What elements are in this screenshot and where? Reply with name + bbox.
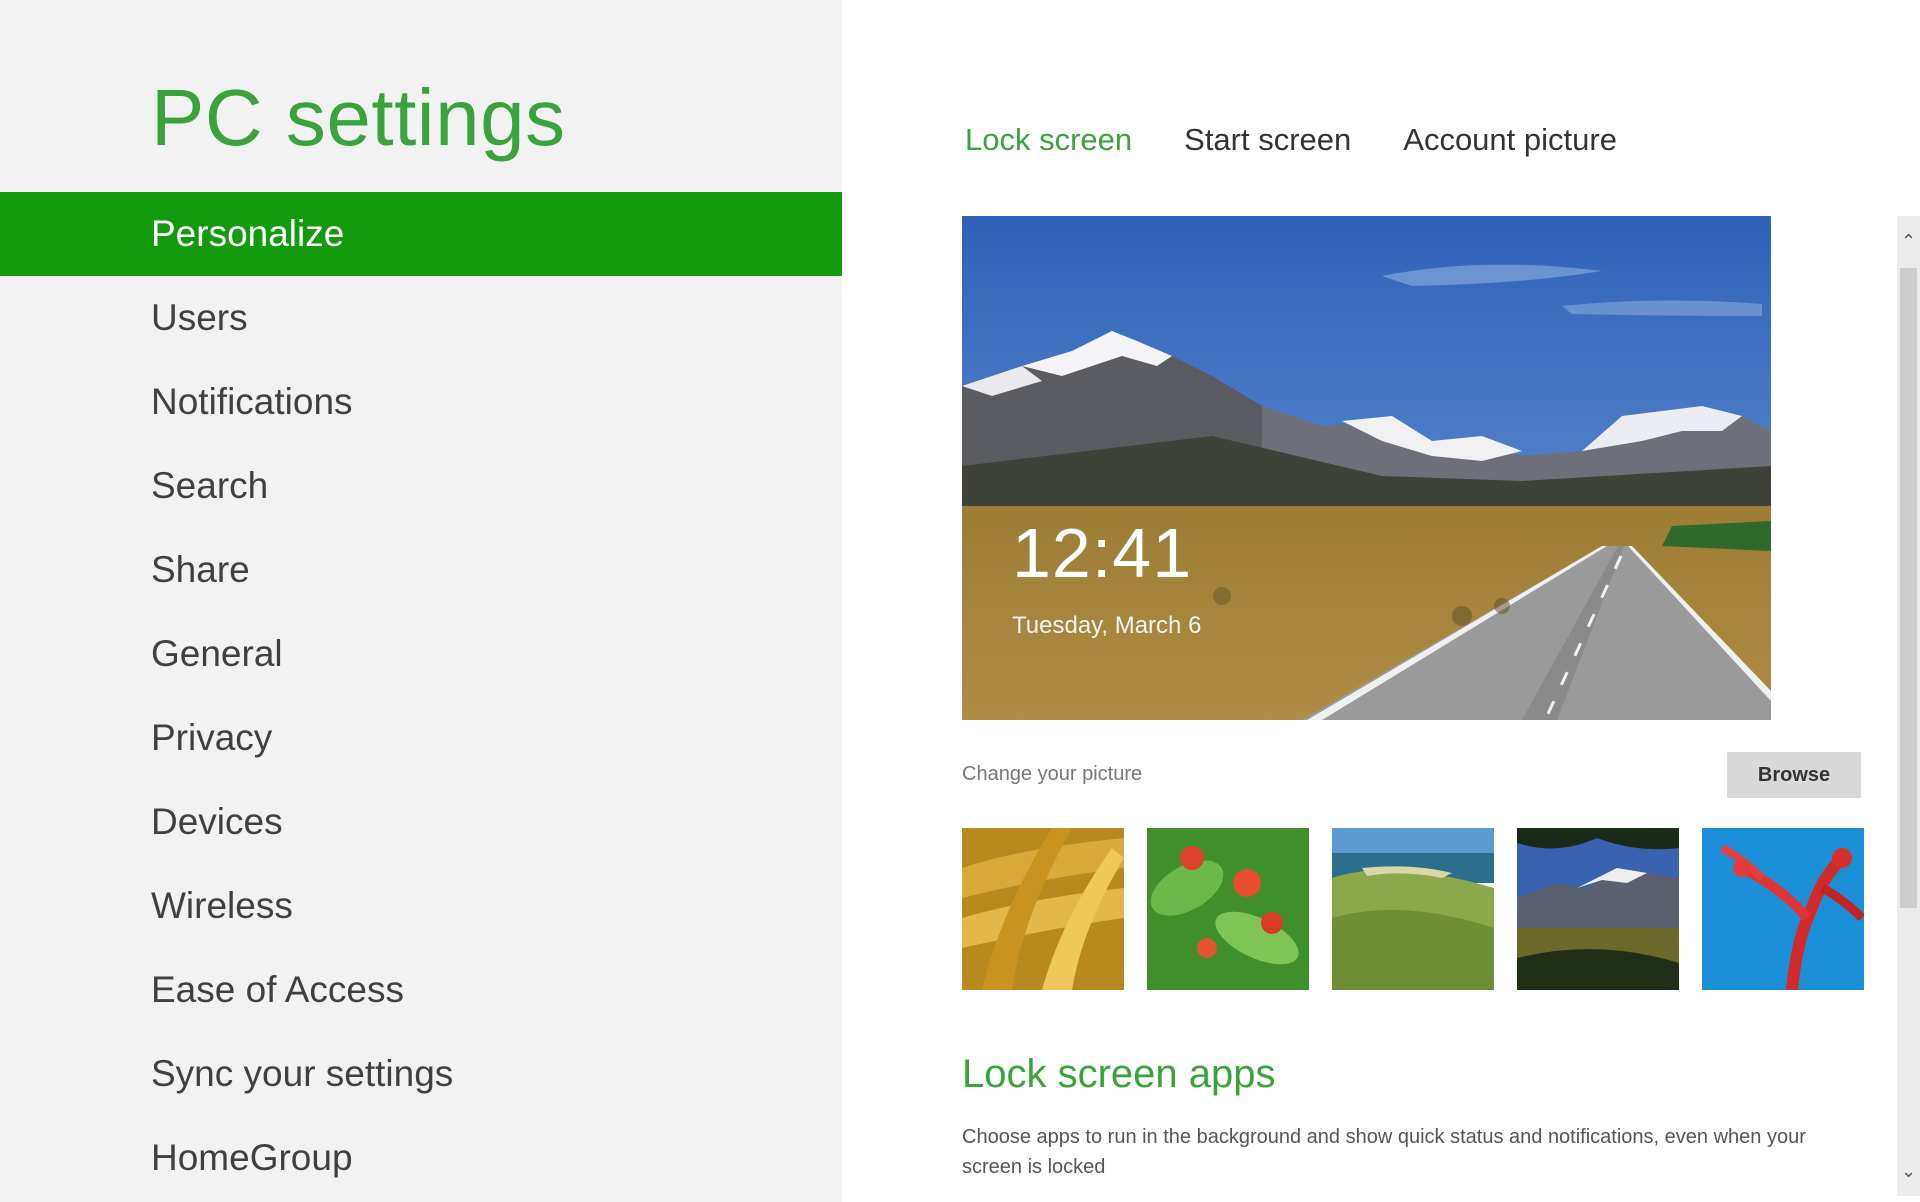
sidebar-item-general[interactable]: General [0,612,842,696]
thumbnail-mountain-valley[interactable] [1517,828,1679,990]
chevron-down-icon[interactable]: ⌄ [1897,1156,1920,1186]
change-picture-label: Change your picture [962,763,1143,785]
app-title: PC settings [151,73,566,162]
sidebar-item-privacy[interactable]: Privacy [0,696,842,780]
picture-thumbnails [962,828,1887,990]
thumbnail-red-coral[interactable] [1702,828,1864,990]
sidebar-item-notifications[interactable]: Notifications [0,360,842,444]
scrollbar-thumb[interactable] [1900,268,1917,908]
lock-screen-apps-description: Choose apps to run in the background and… [962,1126,1806,1178]
sidebar-item-search[interactable]: Search [0,444,842,528]
sidebar-item-personalize[interactable]: Personalize [0,192,842,276]
lock-screen-image [962,216,1771,720]
tab-start-screen[interactable]: Start screen [1184,122,1351,158]
chevron-up-icon[interactable]: ⌃ [1897,226,1920,256]
tab-lock-screen[interactable]: Lock screen [965,122,1132,158]
thumbnail-wheat-grass[interactable] [962,828,1124,990]
vertical-scrollbar[interactable]: ⌃ ⌄ [1897,216,1920,1196]
lock-time: 12:41 [1012,514,1193,592]
sidebar: PC settings Personalize Users Notificati… [0,0,842,1202]
sidebar-item-homegroup[interactable]: HomeGroup [0,1116,842,1200]
thumbnail-red-flowers[interactable] [1147,828,1309,990]
nav-list: Personalize Users Notifications Search S… [0,192,842,1200]
tab-account-picture[interactable]: Account picture [1403,122,1617,158]
browse-button[interactable]: Browse [1727,752,1861,798]
sidebar-item-ease-of-access[interactable]: Ease of Access [0,948,842,1032]
sidebar-item-wireless[interactable]: Wireless [0,864,842,948]
lock-screen-preview: 12:41 Tuesday, March 6 [962,216,1771,720]
sidebar-item-devices[interactable]: Devices [0,780,842,864]
tab-bar: Lock screen Start screen Account picture [965,122,1669,158]
sidebar-item-share[interactable]: Share [0,528,842,612]
thumbnail-green-hills-coast[interactable] [1332,828,1494,990]
sidebar-item-sync-your-settings[interactable]: Sync your settings [0,1032,842,1116]
lock-date: Tuesday, March 6 [1012,612,1202,639]
sidebar-item-users[interactable]: Users [0,276,842,360]
lock-screen-apps-title: Lock screen apps [962,1052,1276,1096]
